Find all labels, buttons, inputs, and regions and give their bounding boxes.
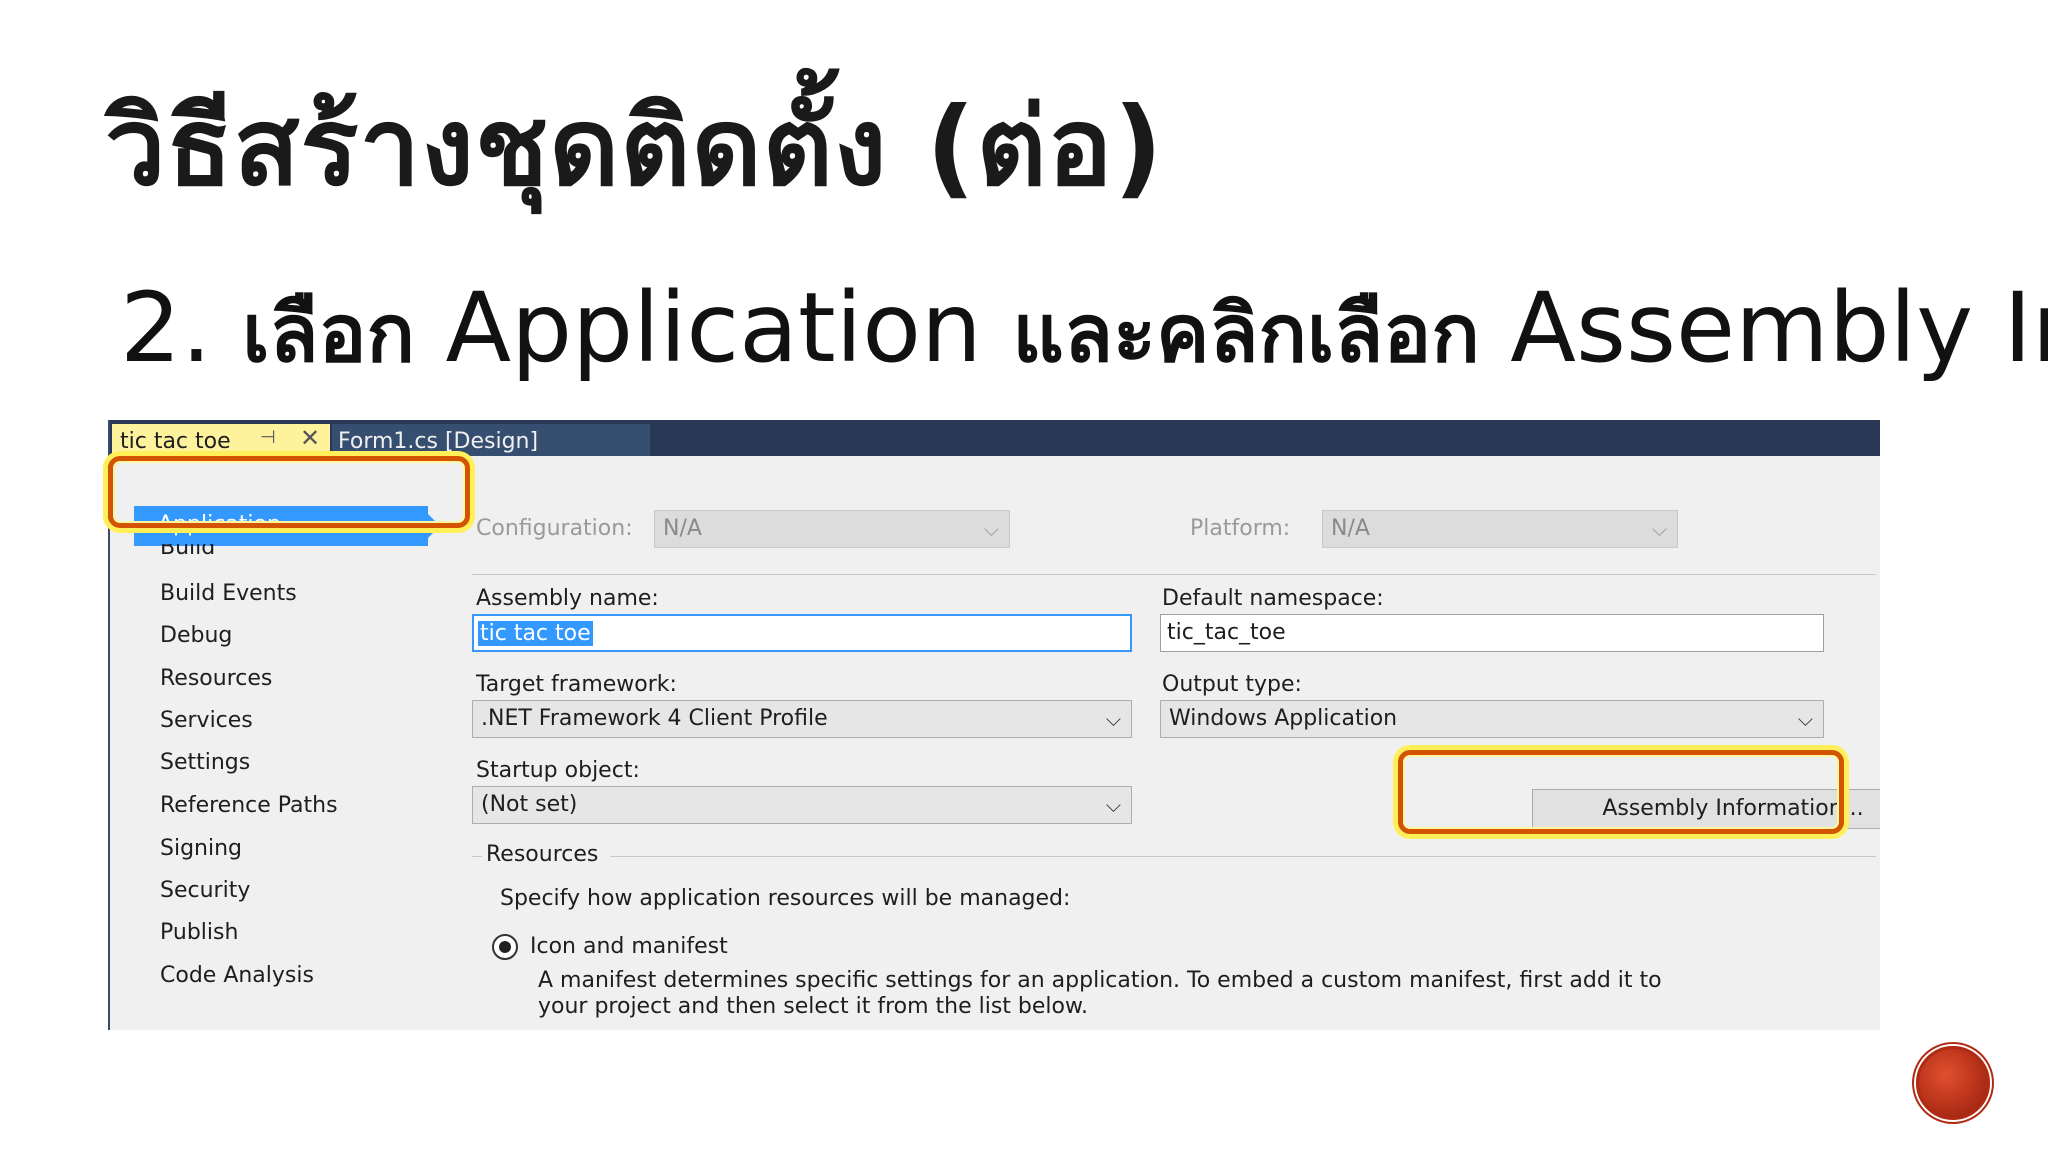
slide-decoration-orb	[1916, 1046, 1990, 1120]
nav-item-services[interactable]: Services	[160, 708, 253, 733]
nav-item-resources[interactable]: Resources	[160, 666, 272, 691]
close-icon[interactable]: ✕	[300, 424, 320, 452]
nav-item-publish[interactable]: Publish	[160, 920, 238, 945]
target-framework-dropdown[interactable]: .NET Framework 4 Client Profile ⌵	[472, 700, 1132, 738]
output-type-label: Output type:	[1162, 672, 1302, 697]
nav-item-security[interactable]: Security	[160, 878, 250, 903]
manifest-description-2: your project and then select it from the…	[538, 994, 1088, 1019]
properties-nav: Application Build Build Events Debug Res…	[110, 456, 472, 1030]
application-page: Configuration: N/A ⌵ Platform: N/A ⌵ Ass…	[472, 456, 1880, 1030]
platform-dropdown[interactable]: N/A ⌵	[1322, 510, 1678, 548]
tab-form-design[interactable]: Form1.cs [Design]	[332, 424, 650, 456]
group-divider-left	[472, 856, 482, 857]
configuration-label: Configuration:	[476, 516, 633, 541]
nav-item-settings[interactable]: Settings	[160, 750, 250, 775]
nav-item-signing[interactable]: Signing	[160, 836, 242, 861]
nav-item-build[interactable]: Build	[160, 544, 215, 562]
platform-label: Platform:	[1190, 516, 1291, 541]
highlight-assembly-information	[1398, 750, 1844, 834]
highlight-application	[108, 456, 470, 528]
pin-icon[interactable]: ⊣	[260, 427, 276, 448]
bullet-and-word: และคลิกเลือก	[1012, 287, 1480, 380]
chevron-down-icon: ⌵	[1651, 517, 1667, 541]
configuration-dropdown[interactable]: N/A ⌵	[654, 510, 1010, 548]
configuration-value: N/A	[663, 516, 702, 541]
resources-group-label: Resources	[486, 842, 599, 867]
default-namespace-value: tic_tac_toe	[1167, 620, 1286, 645]
target-framework-value: .NET Framework 4 Client Profile	[481, 706, 828, 731]
chevron-down-icon: ⌵	[1105, 793, 1121, 817]
platform-value: N/A	[1331, 516, 1370, 541]
resources-description: Specify how application resources will b…	[500, 886, 1071, 911]
nav-item-code-analysis[interactable]: Code Analysis	[160, 963, 314, 988]
nav-item-reference-paths[interactable]: Reference Paths	[160, 793, 338, 818]
default-namespace-label: Default namespace:	[1162, 586, 1384, 611]
bullet-number: 2.	[120, 272, 212, 384]
bullet-target-word: Assembly Information	[1510, 272, 2048, 384]
assembly-name-label: Assembly name:	[476, 586, 659, 611]
chevron-down-icon: ⌵	[1105, 707, 1121, 731]
radio-icon-and-manifest[interactable]	[492, 934, 518, 960]
startup-object-label: Startup object:	[476, 758, 640, 783]
manifest-description-1: A manifest determines specific settings …	[538, 968, 1662, 993]
group-divider	[610, 856, 1876, 857]
target-framework-label: Target framework:	[476, 672, 677, 697]
radio-icon-and-manifest-label: Icon and manifest	[530, 934, 728, 959]
output-type-value: Windows Application	[1169, 706, 1398, 731]
tab-project-properties[interactable]: tic tac toe ⊣ ✕	[112, 424, 330, 456]
chevron-down-icon: ⌵	[983, 517, 999, 541]
bullet-select-word: เลือก	[242, 287, 415, 380]
default-namespace-input[interactable]: tic_tac_toe	[1160, 614, 1824, 652]
output-type-dropdown[interactable]: Windows Application ⌵	[1160, 700, 1824, 738]
slide-title: วิธีสร้างชุดติดตั้ง (ต่อ)	[105, 85, 1164, 210]
startup-object-dropdown[interactable]: (Not set) ⌵	[472, 786, 1132, 824]
nav-item-build-events[interactable]: Build Events	[160, 581, 297, 606]
nav-item-debug[interactable]: Debug	[160, 623, 232, 648]
slide-bullet: 2. เลือก Application และคลิกเลือก Assemb…	[120, 270, 2048, 397]
document-tab-bar: tic tac toe ⊣ ✕ Form1.cs [Design]	[110, 420, 1880, 456]
bullet-app-word: Application	[445, 272, 982, 384]
tab-form-label: Form1.cs [Design]	[338, 429, 539, 454]
divider	[472, 574, 1876, 575]
tab-project-label: tic tac toe	[120, 429, 231, 454]
chevron-down-icon: ⌵	[1797, 707, 1813, 731]
assembly-name-input[interactable]: tic tac toe	[472, 614, 1132, 652]
assembly-name-value: tic tac toe	[478, 621, 593, 646]
startup-object-value: (Not set)	[481, 792, 578, 817]
